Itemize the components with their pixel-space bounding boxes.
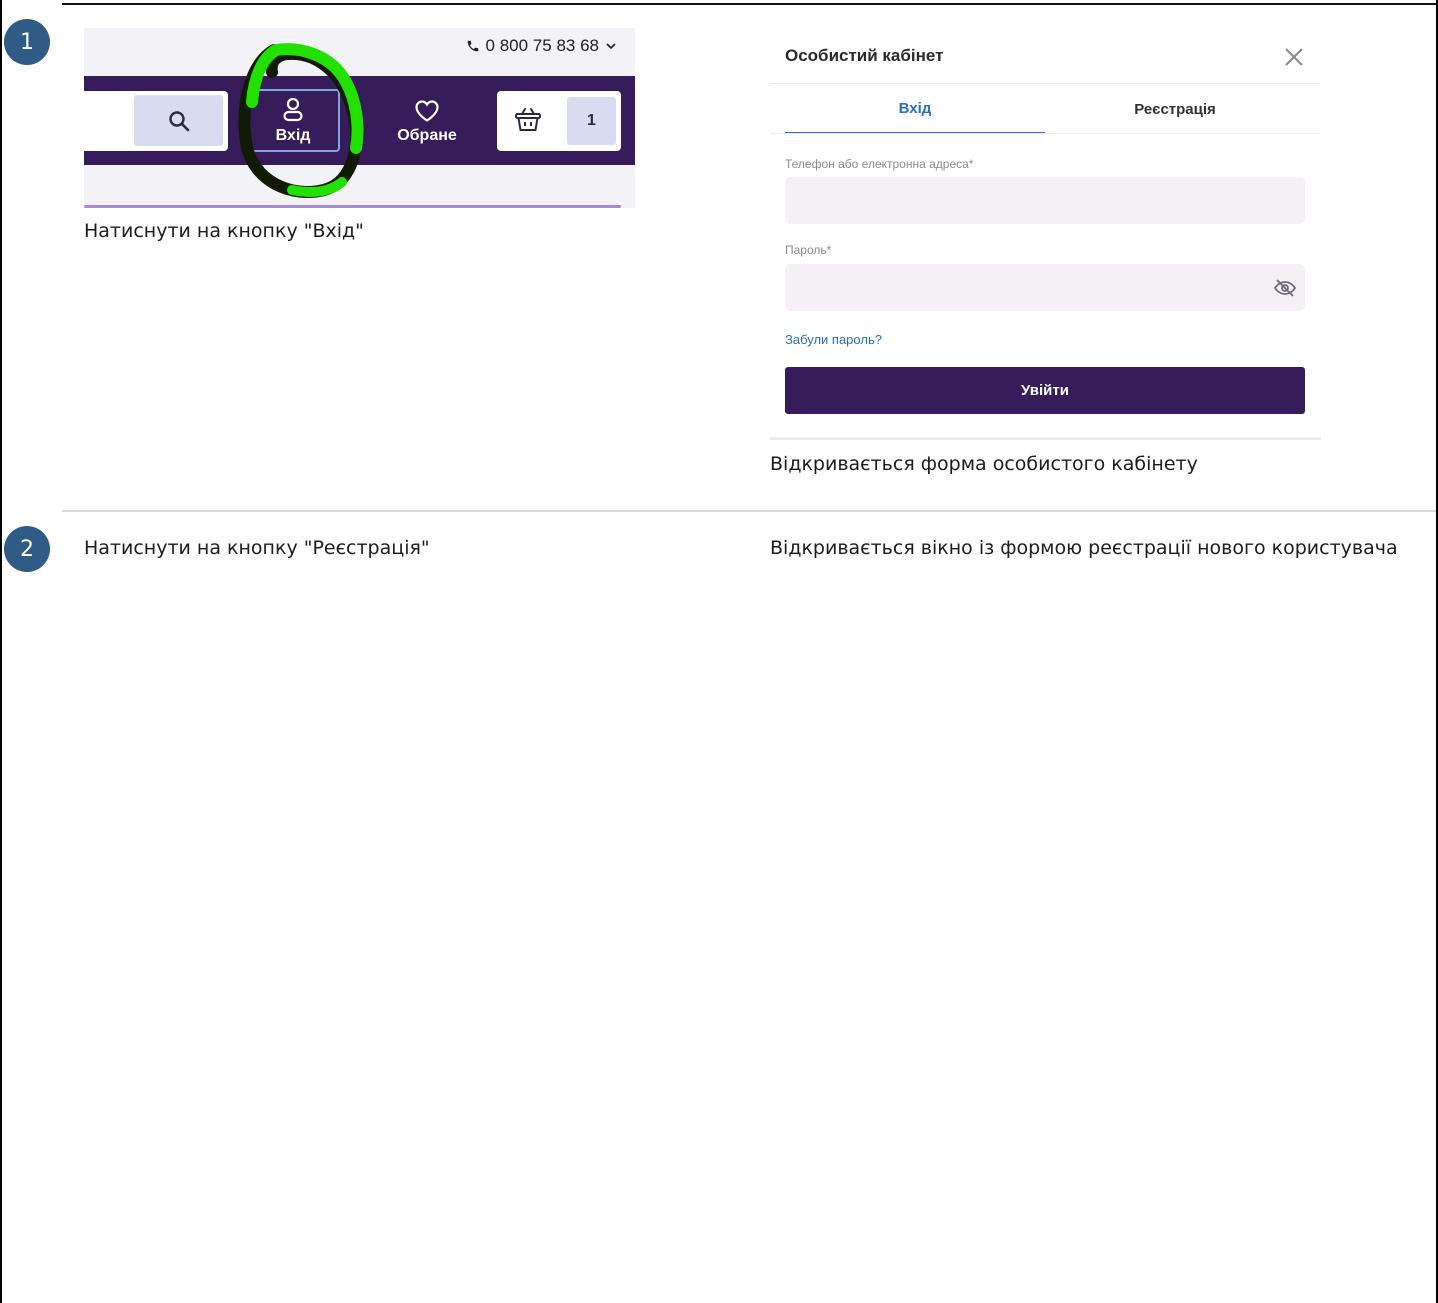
forgot-password-link[interactable]: Забули пароль?	[785, 332, 882, 347]
password-label: Пароль*	[785, 243, 832, 257]
tabs-divider	[770, 133, 1321, 134]
phone-contact[interactable]: 0 800 75 83 68	[466, 36, 617, 56]
user-icon	[283, 97, 303, 121]
search-input[interactable]	[84, 91, 228, 151]
login-modal: Особистий кабінет Вхід Реєстрація Телефо…	[770, 30, 1321, 440]
cart-count-badge: 1	[567, 97, 616, 145]
tab-register[interactable]: Реєстрація	[1045, 84, 1305, 134]
login-button[interactable]: Вхід	[246, 89, 340, 152]
step-result-text: Відкривається форма особистого кабінету	[770, 453, 1198, 475]
phone-email-field[interactable]	[785, 177, 1305, 224]
basket-icon	[515, 108, 541, 131]
step-number-badge: 1	[4, 19, 50, 65]
modal-bottom-border	[770, 437, 1321, 440]
favorites-button-label: Обране	[397, 127, 457, 144]
phone-email-label: Телефон або електронна адреса*	[785, 157, 974, 171]
search-button[interactable]	[134, 95, 223, 146]
cart-button[interactable]: 1	[497, 91, 621, 151]
close-icon[interactable]	[1283, 46, 1305, 68]
heart-icon	[415, 100, 439, 122]
step-action-text: Натиснути на кнопку "Вхід"	[84, 220, 364, 242]
header-screenshot: 0 800 75 83 68 Вхід Обране 1	[84, 28, 635, 208]
step-action-text: Натиснути на кнопку "Реєстрація"	[84, 537, 430, 559]
tab-login[interactable]: Вхід	[785, 84, 1045, 134]
phone-number: 0 800 75 83 68	[485, 36, 599, 55]
navbar: Вхід Обране 1	[84, 76, 635, 165]
underline-accent	[84, 205, 621, 208]
search-icon	[168, 110, 189, 131]
favorites-button[interactable]: Обране	[379, 89, 475, 155]
submit-login-button[interactable]: Увійти	[785, 367, 1305, 414]
login-button-label: Вхід	[275, 126, 311, 144]
eye-slash-icon[interactable]	[1273, 278, 1297, 298]
phone-icon	[467, 40, 478, 52]
step-result-text: Відкривається вікно із формою реєстрації…	[770, 537, 1398, 559]
modal-title: Особистий кабінет	[785, 46, 944, 65]
step-number-badge: 2	[4, 526, 50, 572]
password-field[interactable]	[785, 264, 1305, 311]
chevron-down-icon[interactable]	[605, 40, 617, 52]
row-separator	[62, 510, 1436, 512]
top-rule	[62, 3, 1436, 5]
